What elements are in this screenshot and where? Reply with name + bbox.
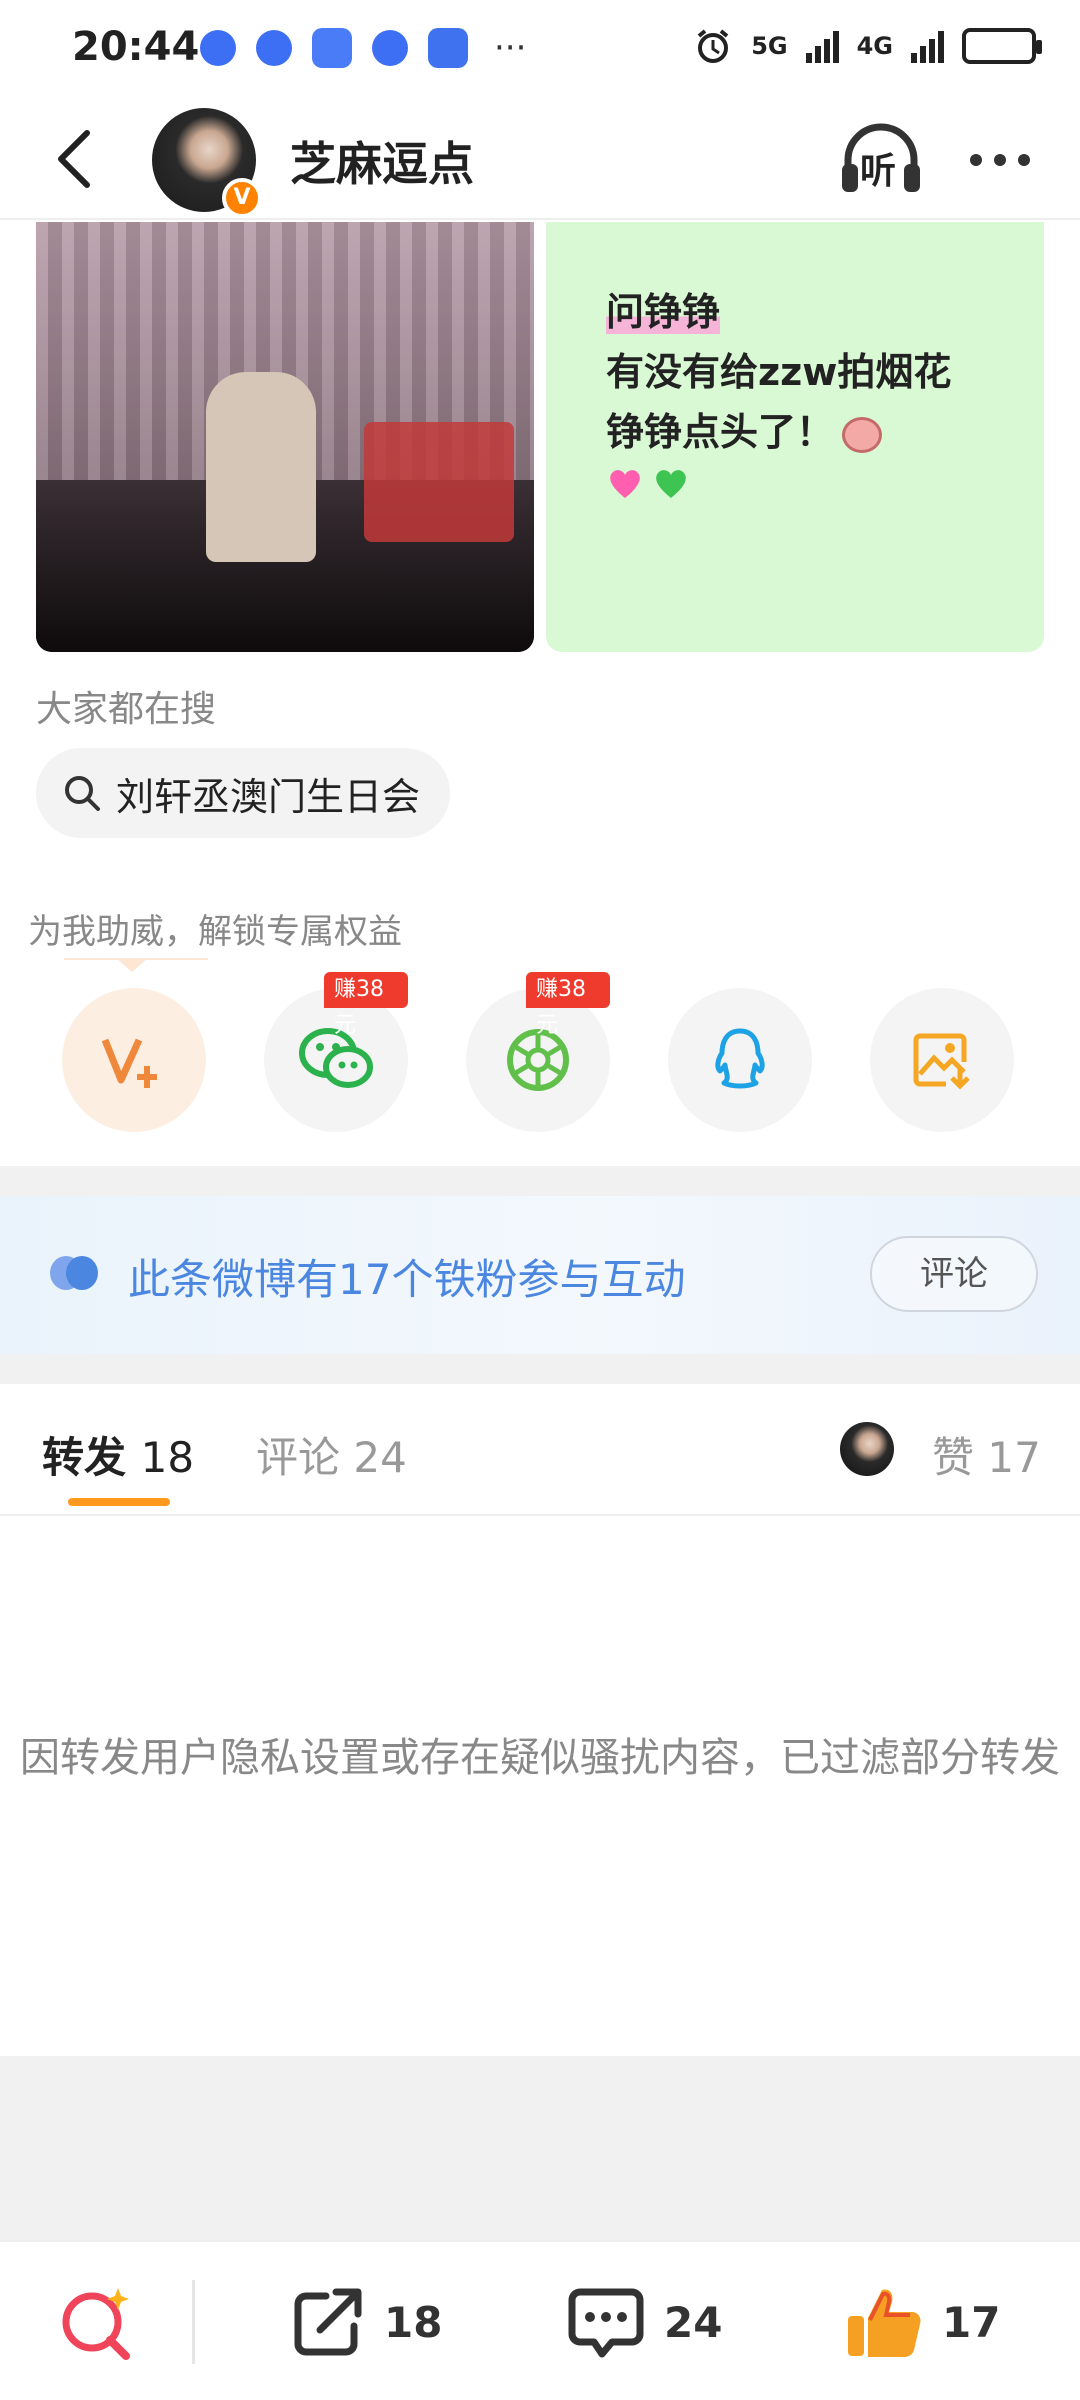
hot-search-chip[interactable]: 刘轩丞澳门生日会 [36,748,451,838]
boost-label: 为我助威，解锁专属权益 [28,912,402,952]
listen-label: 听 [860,151,897,192]
back-arrow-icon [58,130,90,188]
author-name[interactable]: 芝麻逗点 [290,128,474,194]
tab-repost-label: 转发 [42,1433,127,1482]
thumbs-up-icon [848,2289,921,2357]
note-text: 问铮铮 有没有给zzw拍烟花 铮铮点头了！ [606,282,951,500]
note-line: 有没有给zzw拍烟花 [606,350,952,394]
alarm-icon [697,29,729,63]
wechat-share-button[interactable]: 赚38元 [264,972,408,1132]
tab-repost-count: 18 [140,1433,195,1482]
message-app-icon [312,28,352,68]
tab-comments-count: 24 [353,1433,407,1482]
pig-face-icon [842,416,883,453]
repost-button[interactable]: 18 [290,2282,442,2362]
app-notification-icon [200,30,236,66]
status-right: 5G 4G [693,26,1042,66]
tab-comments-label: 评论 [256,1433,341,1482]
green-heart-icon [656,470,686,498]
active-tab-indicator [68,1498,170,1506]
share-row: 赚38元 赚38元 [62,972,1022,1132]
qq-share-button[interactable] [668,988,812,1132]
save-image-icon [913,1033,970,1090]
back-button[interactable] [38,124,108,194]
reward-badge: 赚38元 [324,972,408,1038]
bottom-action-bar: 18 24 17 [0,2240,1080,2400]
hot-search-text: 刘轩丞澳门生日会 [116,774,421,819]
fans-interaction-bar: 此条微博有17个铁粉参与互动 评论 [0,1196,1080,1354]
tab-likes-label: 赞 [932,1433,975,1482]
post-header: V 芝麻逗点 听 [0,100,1080,220]
app-notification-icon [256,30,292,66]
note-line: 问铮铮 [606,290,721,334]
signal-icon [805,29,839,63]
signal-icon [911,29,944,63]
smart-search-button[interactable] [56,2282,140,2362]
app-notification-icon [372,30,408,66]
tab-likes[interactable]: 赞 17 [932,1424,1041,1485]
save-image-button[interactable] [870,988,1014,1132]
comment-count: 24 [664,2297,723,2347]
author-avatar[interactable]: V [152,108,262,218]
like-button[interactable]: 17 [844,2282,1000,2362]
fans-icon [50,1256,98,1290]
tab-likes-count: 17 [987,1433,1041,1482]
more-icon [970,154,982,166]
comment-icon [568,2288,644,2358]
comment-button[interactable]: 24 [566,2282,722,2362]
concert-photo[interactable] [36,222,534,652]
repost-count: 18 [384,2297,443,2347]
status-time: 20:44 [72,24,200,70]
verified-badge: V [222,178,262,218]
smart-search-icon [62,2288,130,2360]
status-bar: 20:44 ··· 5G 4G [0,0,1080,100]
search-icon [65,776,100,811]
wallet-app-icon [428,28,468,68]
interaction-tabs: 转发 18 评论 24 赞 17 [0,1384,1080,1516]
fans-comment-button[interactable]: 评论 [870,1236,1038,1312]
network-4g: 4G [856,32,893,60]
battery-icon [962,28,1042,64]
sparkling-heart-icon [610,470,640,498]
filtered-notice: 因转发用户隐私设置或存在疑似骚扰内容，已过滤部分转发 [20,1735,1060,1781]
like-count: 17 [942,2297,1001,2347]
status-app-icons: ··· [200,28,526,68]
liker-avatar [840,1422,894,1476]
hot-search-label: 大家都在搜 [36,689,217,730]
network-5g: 5G [751,32,788,60]
repost-icon [294,2288,362,2356]
more-button[interactable] [960,120,1040,200]
more-notifications: ··· [494,28,527,68]
note-line: 铮铮点头了！ [606,410,835,454]
tab-repost[interactable]: 转发 18 [42,1424,194,1485]
vip-plus-icon [101,1038,157,1088]
fans-interaction-text: 此条微博有17个铁粉参与互动 [128,1255,686,1304]
tab-comments[interactable]: 评论 24 [256,1424,407,1485]
text-image-card[interactable]: 问铮铮 有没有给zzw拍烟花 铮铮点头了！ [546,222,1044,652]
moments-share-button[interactable]: 赚38元 [466,972,610,1132]
reward-badge: 赚38元 [526,972,610,1038]
listen-button[interactable]: 听 [836,120,926,200]
qq-icon [715,1028,765,1089]
vip-plus-button[interactable] [62,988,206,1132]
